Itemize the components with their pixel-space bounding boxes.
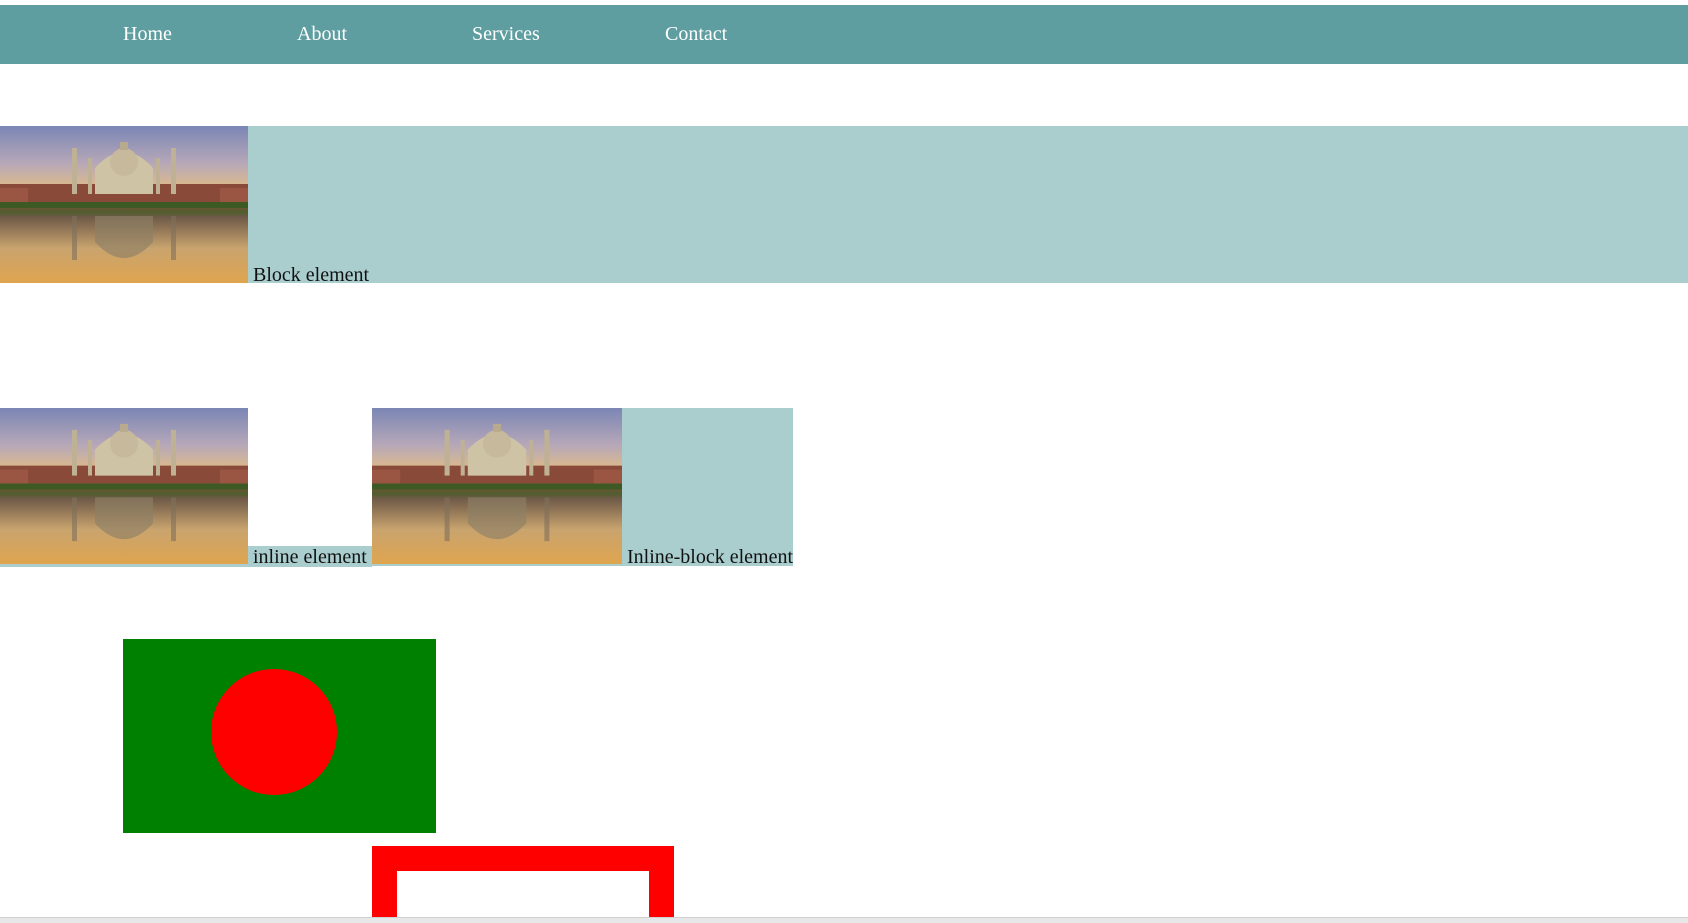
landmark-photo-inline bbox=[0, 408, 248, 564]
red-bordered-box bbox=[372, 846, 674, 923]
nav-link-about[interactable]: About bbox=[297, 5, 347, 64]
nav-link-contact[interactable]: Contact bbox=[665, 5, 727, 64]
navbar: Home About Services Contact bbox=[0, 5, 1688, 64]
nav-link-home[interactable]: Home bbox=[123, 5, 172, 64]
inline-element-caption: inline element bbox=[253, 546, 367, 568]
horizontal-scrollbar[interactable] bbox=[0, 917, 1688, 923]
block-element-band bbox=[0, 126, 1688, 283]
inline-block-element-caption: Inline-block element bbox=[627, 546, 794, 568]
landmark-photo bbox=[0, 126, 248, 283]
flag-graphic bbox=[123, 639, 436, 833]
flag-red-circle bbox=[211, 669, 337, 795]
page: Home About Services Contact Block elemen… bbox=[0, 0, 1688, 923]
nav-link-services[interactable]: Services bbox=[472, 5, 540, 64]
block-element-caption: Block element bbox=[253, 264, 370, 286]
landmark-photo-inline-block bbox=[372, 408, 622, 564]
